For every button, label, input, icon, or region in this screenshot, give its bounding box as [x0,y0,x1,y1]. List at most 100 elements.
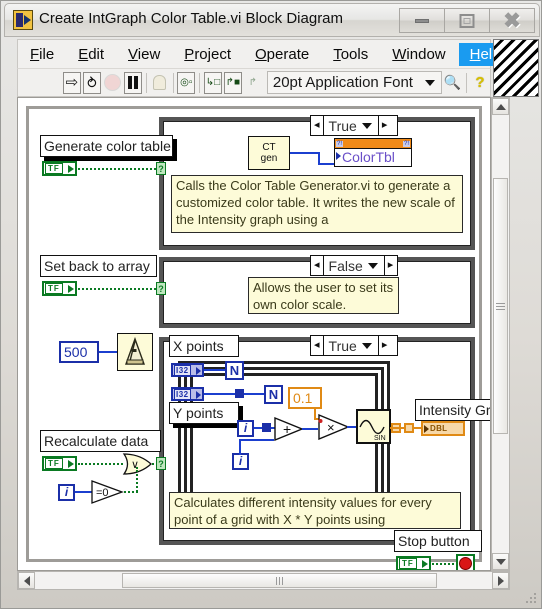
vertical-scrollbar-thumb[interactable] [493,178,508,434]
svg-text:=0: =0 [96,487,109,499]
terminal-y-points[interactable]: I32 [171,387,204,401]
light-bulb-icon [153,75,167,90]
maximize-button[interactable] [444,8,490,33]
window-resize-grip[interactable] [526,593,539,606]
iteration-terminal-inner[interactable]: i [232,453,249,470]
terminal-stop-button[interactable]: TF [396,556,431,570]
case-selector-tunnel-1[interactable]: ? [156,162,166,175]
abort-execution-button[interactable] [103,72,122,94]
case-prev-arrow-icon[interactable]: ◂ [311,116,324,135]
case-prev-arrow-icon[interactable]: ◂ [311,336,324,355]
label-y-points: Y points [169,402,239,424]
chevron-down-icon[interactable] [361,122,372,129]
property-node-colortbl[interactable]: ?! ?! ColorTbl [334,138,412,167]
case-selector-tunnel-2[interactable]: ? [156,282,166,295]
terminal-x-points[interactable]: I32 [171,363,204,377]
font-selector[interactable]: 20pt Application Font [266,71,442,94]
run-continuously-button[interactable]: ⥁ [82,71,101,94]
terminal-label: TF [45,458,63,469]
property-node-header: ?! ?! [335,139,411,149]
horizontal-scrollbar[interactable] [17,571,510,590]
search-button[interactable]: 🔍 [443,72,462,94]
function-equal-zero[interactable]: =0 [91,480,125,504]
stop-led-icon [459,557,472,570]
title-bar: Create IntGraph Color Table.vi Block Dia… [4,3,540,37]
minimize-button[interactable] [399,8,445,33]
tunnel-y-points [235,389,244,398]
case-selector-set-back-to-array[interactable]: ◂ False ▸ [310,255,398,276]
close-button[interactable]: ✖ [489,8,535,33]
context-help-button[interactable]: ? [471,72,489,94]
retain-wire-values-button[interactable]: ◎▫ [177,71,196,94]
menu-item-file[interactable]: File [19,43,65,66]
tunnel-index [262,423,271,432]
block-diagram-canvas[interactable]: ◂ True ▸ Generate color table TF ? CT ge… [17,97,491,571]
scroll-left-button[interactable] [18,572,35,589]
menu-item-view[interactable]: View [117,43,171,66]
terminal-set-back-to-array[interactable]: TF [42,281,77,296]
case-selector-generate-color-table[interactable]: ◂ True ▸ [310,115,398,136]
terminal-generate-color-table[interactable]: TF [42,161,77,176]
diagram-surface[interactable]: ◂ True ▸ Generate color table TF ? CT ge… [26,106,490,570]
case-prev-arrow-icon[interactable]: ◂ [311,256,324,275]
loop-count-inner[interactable]: N [264,385,283,404]
wire-set-back-to-array [78,288,160,290]
window-controls: ✖ [399,8,535,34]
scroll-up-button[interactable] [492,98,509,115]
chevron-down-icon[interactable] [424,79,435,86]
case-selector-recalculate-data[interactable]: ◂ True ▸ [310,335,398,356]
search-icon: 🔍 [443,74,462,90]
window-title: Create IntGraph Color Table.vi Block Dia… [39,10,344,27]
maximize-icon [459,13,475,28]
close-icon: ✖ [503,9,521,32]
menu-item-project[interactable]: Project [173,43,242,66]
scroll-right-button[interactable] [492,572,509,589]
step-over-icon: ↱■ [225,76,241,88]
case-next-arrow-icon[interactable]: ▸ [377,116,391,135]
labview-block-diagram-window: Create IntGraph Color Table.vi Block Dia… [0,0,542,609]
iteration-terminal-outer[interactable]: i [237,420,254,437]
constant-multiplier[interactable]: 0.1 [288,387,322,409]
menu-item-edit[interactable]: Edit [67,43,115,66]
function-add[interactable]: + [274,417,304,441]
minimize-icon [415,18,429,23]
terminal-type-label: I32 [174,388,191,400]
run-button[interactable]: ⇨ [62,71,81,94]
step-out-icon: ↱ [248,76,258,88]
subvi-color-table-generator[interactable]: CT gen [248,136,290,170]
constant-wait-ms[interactable]: 500 [59,341,99,363]
function-multiply[interactable]: × [318,414,350,440]
svg-text:+: + [283,421,291,437]
case-selector-tunnel-3[interactable]: ? [156,457,166,470]
label-x-points: X points [169,335,239,357]
highlight-execution-button[interactable] [151,72,169,94]
case-next-arrow-icon[interactable]: ▸ [383,256,397,275]
wire-colortable [290,152,320,154]
property-node-label: ColorTbl [335,149,411,166]
iteration-terminal-while-loop[interactable]: i [58,484,75,501]
step-out-button[interactable]: ↱ [244,72,262,94]
scroll-right-arrow-icon [497,575,504,586]
step-over-button[interactable]: ↱■ [223,71,242,94]
stop-led-indicator[interactable] [456,554,475,570]
menu-item-tools[interactable]: Tools [322,43,379,66]
scroll-up-arrow-icon [495,103,506,110]
terminal-label: TF [45,283,63,294]
function-or[interactable]: ∨ [122,453,154,475]
loop-count-outer[interactable]: N [225,361,244,380]
vertical-scrollbar[interactable] [491,97,510,571]
step-into-button[interactable]: ↳□ [203,71,222,94]
chevron-down-icon[interactable] [361,342,372,349]
case-next-arrow-icon[interactable]: ▸ [377,336,391,355]
function-sine[interactable]: SIN [356,409,391,444]
subvi-wait-ms[interactable] [117,333,153,371]
scroll-down-button[interactable] [492,553,509,570]
svg-text:×: × [327,420,335,435]
pause-button[interactable] [123,71,142,94]
horizontal-scrollbar-thumb[interactable] [122,573,437,588]
terminal-recalculate-data[interactable]: TF [42,456,77,471]
terminal-intensity-graph[interactable]: DBL [421,421,465,436]
menu-item-window[interactable]: Window [381,43,456,66]
chevron-down-icon[interactable] [367,262,378,269]
menu-item-operate[interactable]: Operate [244,43,320,66]
